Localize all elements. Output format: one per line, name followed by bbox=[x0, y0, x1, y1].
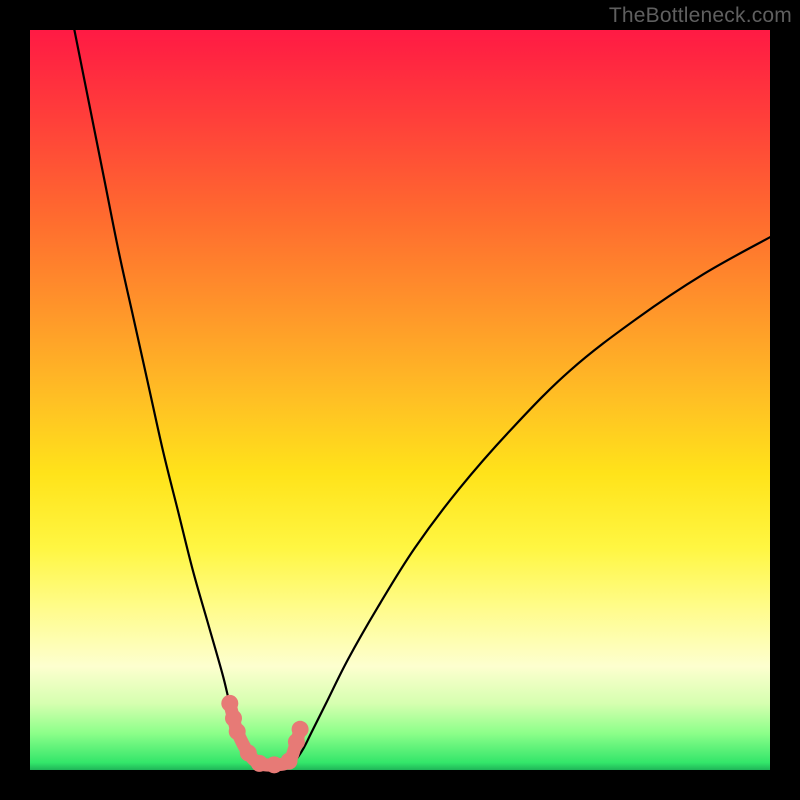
marker-dot bbox=[281, 753, 298, 770]
marker-dot bbox=[251, 755, 268, 772]
curve-left-branch bbox=[74, 30, 259, 765]
plot-area bbox=[30, 30, 770, 770]
chart-stage: TheBottleneck.com bbox=[0, 0, 800, 800]
marker-dots-group bbox=[221, 695, 308, 773]
curve-right-branch bbox=[289, 237, 770, 765]
watermark-text: TheBottleneck.com bbox=[609, 4, 792, 28]
chart-svg bbox=[30, 30, 770, 770]
marker-dot bbox=[266, 756, 283, 773]
marker-dot bbox=[229, 723, 246, 740]
marker-dot bbox=[292, 721, 309, 738]
marker-dot bbox=[221, 695, 238, 712]
